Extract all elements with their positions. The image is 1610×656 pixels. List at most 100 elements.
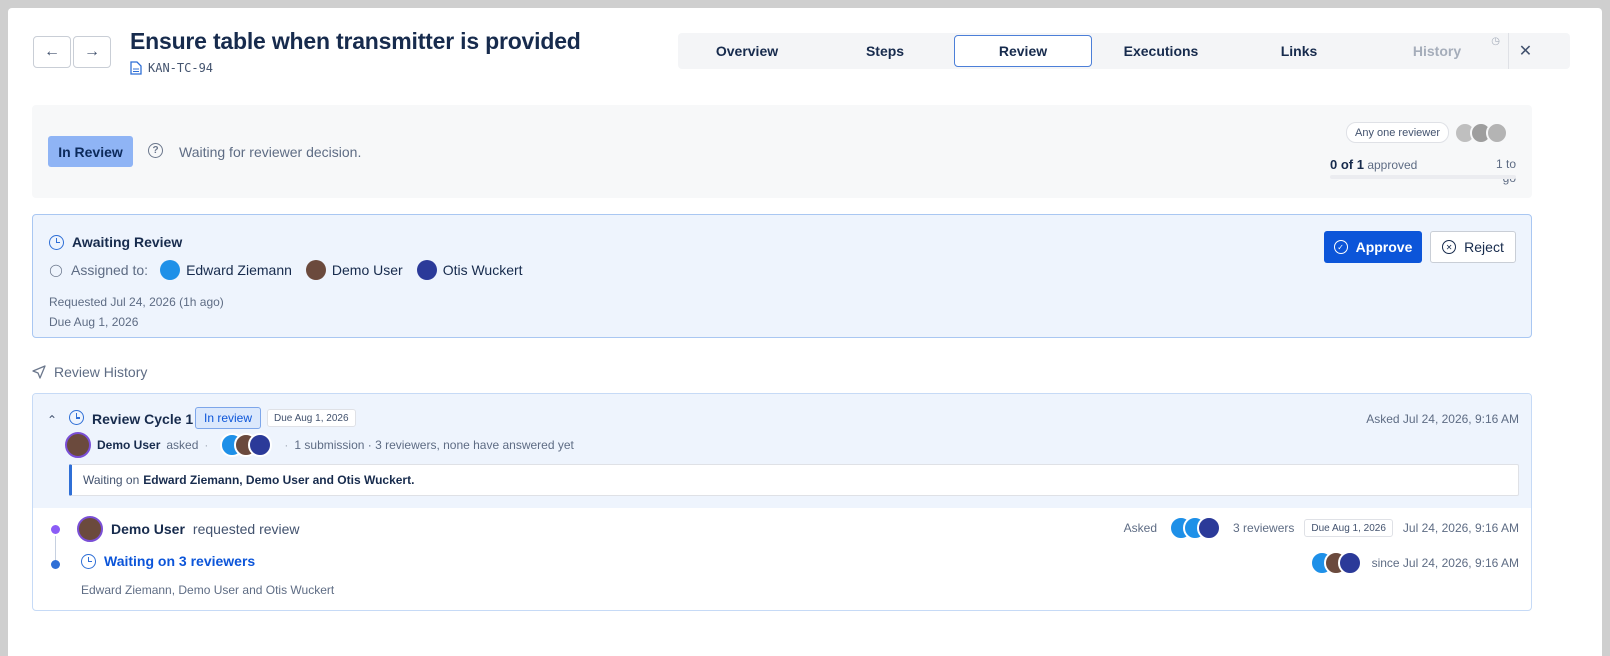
due-date: Due Aug 1, 2026 (49, 315, 139, 329)
timeline-event-waiting[interactable]: Waiting on 3 reviewers (81, 553, 255, 569)
approved-count: 0 of 1 approved (1330, 157, 1417, 172)
info-icon: ◷ (1491, 36, 1500, 47)
avatar (160, 260, 181, 280)
tab-executions[interactable]: Executions (1092, 35, 1230, 67)
person-icon: ◯ (49, 263, 63, 277)
assignee[interactable]: Demo User (305, 260, 403, 280)
timeline-event-waiting-meta: since Jul 24, 2026, 9:16 AM (1304, 551, 1519, 575)
assignee-name: Edward Ziemann (186, 262, 292, 278)
assignees-row: ◯ Assigned to: Edward Ziemann Demo User … (49, 260, 529, 280)
close-icon: ✕ (1518, 43, 1533, 60)
avatar (248, 433, 273, 457)
cycle-summary-row: Demo User asked · · 1 submission · 3 rev… (65, 432, 574, 458)
reject-label: Reject (1464, 239, 1504, 255)
waiting-on-callout: Waiting on Edward Ziemann, Demo User and… (69, 464, 1519, 496)
avatar (1337, 551, 1362, 575)
awaiting-review-title: Awaiting Review (72, 234, 183, 250)
assigned-label: Assigned to: (71, 262, 149, 278)
tab-steps[interactable]: Steps (816, 35, 954, 67)
awaiting-review-heading: Awaiting Review (49, 234, 182, 250)
event-time: Jul 24, 2026, 9:16 AM (1402, 521, 1519, 535)
asker-name: Demo User (97, 438, 161, 452)
cycle-due-badge: Due Aug 1, 2026 (267, 409, 356, 427)
separator: · (204, 438, 209, 452)
review-history-label: Review History (54, 364, 148, 380)
asked-label: Asked (1123, 521, 1158, 535)
page-title: Ensure table when transmitter is provide… (130, 28, 581, 54)
document-icon (130, 61, 142, 75)
event-actor-name: Demo User (111, 521, 185, 537)
timeline-dot (51, 560, 60, 569)
assignee-name: Demo User (331, 262, 403, 278)
approval-policy-pill: Any one reviewer (1346, 122, 1449, 143)
waiting-on-names: Edward Ziemann, Demo User and Otis Wucke… (143, 473, 415, 487)
avatar (1486, 122, 1508, 144)
arrow-right-icon: → (84, 43, 100, 60)
previous-button[interactable]: ← (33, 36, 71, 68)
x-circle-icon: ✕ (1442, 240, 1457, 254)
tab-links[interactable]: Links (1230, 35, 1368, 67)
review-status-panel: In Review ? Waiting for reviewer decisio… (32, 105, 1532, 198)
check-circle-icon: ✓ (1333, 240, 1348, 254)
status-badge: In Review (48, 136, 133, 167)
send-icon (32, 365, 46, 379)
avatar (65, 432, 91, 458)
avatar (305, 260, 326, 280)
reviewer-count: 3 reviewers (1233, 521, 1295, 535)
chevron-up-icon[interactable]: ⌃ (47, 413, 57, 427)
avatar (1197, 516, 1222, 540)
clock-icon (81, 553, 96, 569)
status-text: Waiting for reviewer decision. (179, 144, 362, 160)
cycle-asked-at: Asked Jul 24, 2026, 9:16 AM (1366, 412, 1519, 426)
event-due-badge: Due Aug 1, 2026 (1304, 519, 1393, 537)
assignee-name: Otis Wuckert (442, 262, 523, 278)
review-cycle-header[interactable]: ⌃ Review Cycle 1 In review Due Aug 1, 20… (33, 394, 1531, 508)
timeline-event-requested: Demo User requested review (77, 516, 300, 542)
help-icon[interactable]: ? (148, 143, 163, 158)
assignee[interactable]: Edward Ziemann (160, 260, 292, 280)
approval-progress-bar (1330, 175, 1516, 179)
timeline-event-requested-meta: Asked 3 reviewers Due Aug 1, 2026 Jul 24… (1124, 516, 1519, 540)
waiting-reviewer-names: Edward Ziemann, Demo User and Otis Wucke… (81, 583, 335, 597)
test-case-modal: ← → Ensure table when transmitter is pro… (8, 8, 1602, 656)
tab-review[interactable]: Review (954, 35, 1092, 67)
avatar (416, 260, 437, 280)
reviewer-avatars (1454, 122, 1508, 144)
reject-button[interactable]: ✕ Reject (1430, 231, 1516, 263)
waiting-reviewers-title: Waiting on 3 reviewers (104, 553, 256, 569)
approved-count-value: 0 of 1 (1330, 157, 1364, 172)
assignee[interactable]: Otis Wuckert (416, 260, 523, 280)
awaiting-review-card: Awaiting Review ◯ Assigned to: Edward Zi… (32, 214, 1532, 338)
cycle-status-badge: In review (195, 407, 262, 429)
approve-button[interactable]: ✓ Approve (1324, 231, 1422, 263)
waiting-since: since Jul 24, 2026, 9:16 AM (1371, 556, 1519, 570)
close-button[interactable]: ✕ (1508, 33, 1542, 69)
waiting-on-prefix: Waiting on (83, 473, 140, 487)
tab-history[interactable]: History ◷ (1368, 35, 1506, 67)
cycle-summary: 1 submission · 3 reviewers, none have an… (294, 438, 574, 452)
approve-label: Approve (1355, 239, 1413, 255)
reviewer-avatar-stack (1169, 516, 1222, 540)
tab-overview[interactable]: Overview (678, 35, 816, 67)
arrow-left-icon: ← (44, 43, 60, 60)
issue-key-label: KAN-TC-94 (148, 61, 214, 75)
remaining-count: 1 to go (1495, 157, 1516, 185)
issue-key[interactable]: KAN-TC-94 (130, 61, 213, 75)
separator: · (284, 438, 289, 452)
asked-word: asked (166, 438, 199, 452)
tab-bar: Overview Steps Review Executions Links H… (678, 33, 1570, 69)
requested-date: Requested Jul 24, 2026 (1h ago) (49, 295, 224, 309)
next-button[interactable]: → (73, 36, 111, 68)
review-history-heading: Review History (32, 364, 147, 380)
reviewer-avatar-stack (1309, 551, 1362, 575)
reviewer-avatar-stack (220, 433, 273, 457)
clock-icon (49, 234, 64, 250)
timeline-dot (51, 525, 60, 534)
avatar (77, 516, 103, 542)
review-cycle-title: Review Cycle 1 (92, 411, 194, 427)
approved-label: approved (1367, 158, 1418, 172)
review-cycle: ⌃ Review Cycle 1 In review Due Aug 1, 20… (32, 393, 1532, 611)
tab-history-label: History (1412, 43, 1462, 59)
clock-icon (69, 410, 84, 425)
event-action: requested review (192, 521, 300, 537)
